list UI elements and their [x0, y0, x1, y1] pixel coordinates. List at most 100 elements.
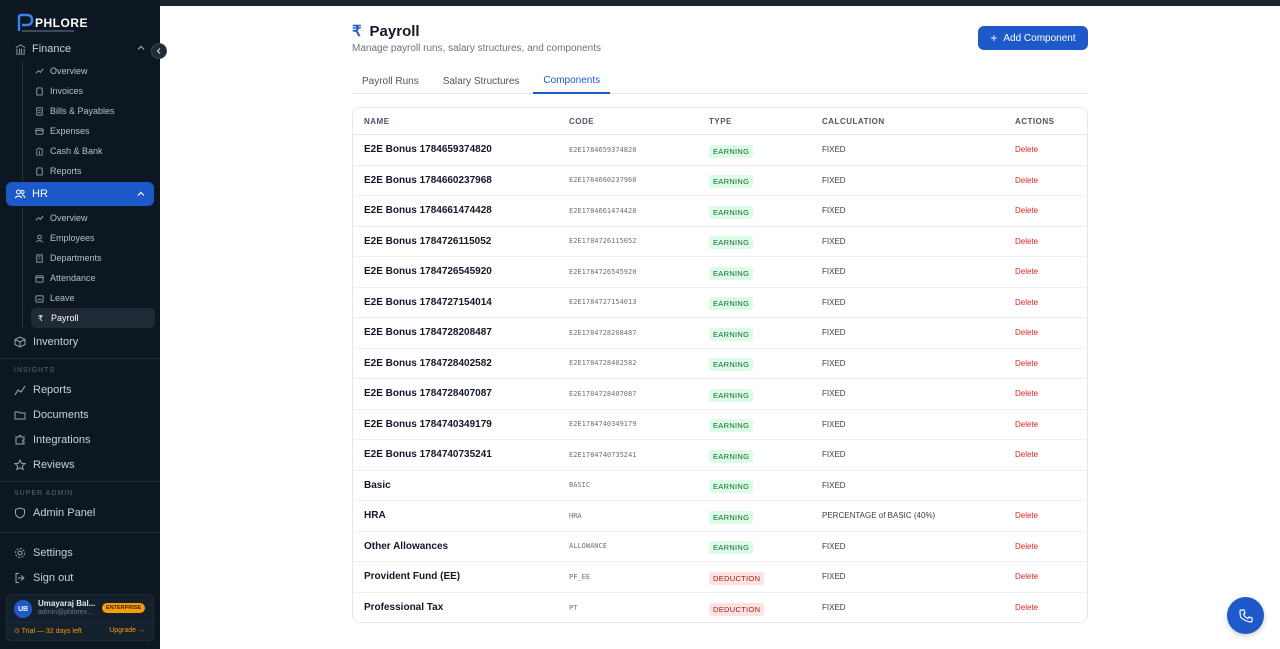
phone-icon — [1238, 608, 1253, 623]
sidebar-item-finance-overview[interactable]: Overview — [23, 61, 160, 81]
sidebar-item-label: Bills & Payables — [50, 106, 115, 116]
type-badge: EARNING — [709, 510, 754, 524]
rupee-icon: ₹ — [352, 23, 362, 40]
column-header-name: NAME — [364, 116, 390, 126]
bank-icon — [35, 146, 44, 156]
table-row: E2E Bonus 1784740735241 E2E1784740735241 E… — [353, 440, 1087, 471]
component-name: E2E Bonus 1784659374820 — [364, 144, 492, 156]
type-badge: EARNING — [709, 175, 754, 189]
tab-components[interactable]: Components — [533, 68, 611, 94]
sidebar-group-hr[interactable]: HR — [6, 182, 154, 206]
sidebar-item-expenses[interactable]: Expenses — [23, 121, 160, 141]
delete-link[interactable]: Delete — [1015, 542, 1075, 551]
file-icon — [35, 166, 44, 176]
sidebar-item-employees[interactable]: Employees — [23, 228, 160, 248]
type-badge: EARNING — [709, 327, 754, 341]
sidebar-item-invoices[interactable]: Invoices — [23, 81, 160, 101]
upgrade-link[interactable]: Upgrade → — [109, 627, 145, 634]
add-component-button[interactable]: + Add Component — [978, 26, 1088, 50]
sidebar-item-cash-bank[interactable]: Cash & Bank — [23, 141, 160, 161]
delete-link[interactable]: Delete — [1015, 511, 1075, 520]
component-code: E2E1784728407087 — [569, 389, 637, 398]
receipt-icon — [35, 106, 44, 116]
sidebar-item-finance-reports[interactable]: Reports — [23, 161, 160, 181]
sidebar-item-integrations[interactable]: Integrations — [0, 427, 160, 452]
sidebar-item-label: Employees — [50, 233, 95, 243]
type-badge: EARNING — [709, 297, 754, 311]
delete-link[interactable]: Delete — [1015, 206, 1075, 215]
sidebar-item-hr-overview[interactable]: Overview — [23, 208, 160, 228]
sidebar-item-documents[interactable]: Documents — [0, 402, 160, 427]
sidebar-divider — [0, 481, 160, 482]
bank-icon — [14, 43, 26, 55]
delete-link[interactable]: Delete — [1015, 420, 1075, 429]
sidebar-item-reviews[interactable]: Reviews — [0, 452, 160, 477]
plan-badge: ENTERPRISE — [102, 603, 146, 613]
sidebar-group-finance[interactable]: Finance — [0, 40, 160, 58]
rupee-icon: ₹ — [37, 313, 44, 323]
page-title: Payroll — [369, 22, 420, 40]
delete-link[interactable]: Delete — [1015, 145, 1075, 154]
delete-link[interactable]: Delete — [1015, 298, 1075, 307]
box-icon — [14, 335, 26, 348]
component-type-cell: EARNING — [709, 202, 822, 220]
calculation-value: FIXED — [822, 175, 846, 185]
user-icon — [35, 234, 44, 243]
delete-link[interactable]: Delete — [1015, 572, 1075, 581]
user-card[interactable]: UB Umayaraj Bal... admin@phlorex... ENTE… — [6, 594, 154, 641]
component-code: BASIC — [569, 481, 591, 490]
tab-salary-structures[interactable]: Salary Structures — [433, 68, 530, 94]
star-icon — [14, 458, 26, 471]
component-name: Other Allowances — [364, 540, 449, 552]
calculation-value: FIXED — [822, 206, 846, 216]
component-code: E2E1784726545920 — [569, 267, 637, 276]
sidebar-item-leave[interactable]: Leave — [23, 288, 160, 308]
delete-link[interactable]: Delete — [1015, 359, 1075, 368]
component-name: E2E Bonus 1784661474428 — [364, 205, 492, 217]
sidebar-item-label: Reports — [33, 383, 72, 396]
chevron-up-icon — [137, 191, 145, 196]
call-support-button[interactable] — [1227, 597, 1264, 634]
component-name: E2E Bonus 1784727154014 — [364, 296, 492, 308]
table-header: NAME CODE TYPE CALCULATION ACTIONS — [353, 108, 1087, 135]
column-header-type: TYPE — [709, 116, 732, 126]
trend-icon — [35, 67, 44, 76]
section-label-insights: INSIGHTS — [14, 367, 56, 374]
component-type-cell: EARNING — [709, 171, 822, 189]
component-code: E2E1784740735241 — [569, 450, 637, 459]
component-code: E2E1784661474428 — [569, 206, 637, 215]
component-code: PT — [569, 603, 578, 612]
component-name: Professional Tax — [364, 602, 444, 614]
delete-link[interactable]: Delete — [1015, 176, 1075, 185]
delete-link[interactable]: Delete — [1015, 328, 1075, 337]
delete-link[interactable]: Delete — [1015, 389, 1075, 398]
calculation-value: FIXED — [822, 328, 846, 338]
type-badge: EARNING — [709, 236, 754, 250]
sidebar-item-inventory[interactable]: Inventory — [0, 329, 160, 354]
sidebar-item-admin-panel[interactable]: Admin Panel — [0, 500, 160, 525]
sidebar-group-label: Finance — [32, 43, 72, 55]
table-row: E2E Bonus 1784727154014 E2E1784727154013 E… — [353, 288, 1087, 318]
type-badge: DEDUCTION — [709, 571, 765, 585]
component-type-cell: EARNING — [709, 232, 822, 250]
sidebar-item-attendance[interactable]: Attendance — [23, 268, 160, 288]
component-type-cell: DEDUCTION — [709, 568, 822, 586]
sidebar-item-departments[interactable]: Departments — [23, 248, 160, 268]
delete-link[interactable]: Delete — [1015, 237, 1075, 246]
delete-link[interactable]: Delete — [1015, 450, 1075, 459]
sidebar-item-reports[interactable]: Reports — [0, 377, 160, 402]
delete-link[interactable]: Delete — [1015, 603, 1075, 612]
table-row: E2E Bonus 1784728208487 E2E1784728208487 E… — [353, 318, 1087, 349]
delete-link[interactable]: Delete — [1015, 267, 1075, 276]
sidebar-collapse-button[interactable] — [151, 43, 167, 59]
sidebar-item-label: Integrations — [33, 433, 91, 446]
component-type-cell: EARNING — [709, 293, 822, 311]
sidebar-item-settings[interactable]: Settings — [0, 540, 160, 565]
sidebar-item-sign-out[interactable]: Sign out — [0, 565, 160, 590]
sidebar-item-payroll[interactable]: ₹ Payroll — [31, 308, 155, 328]
sidebar-item-bills[interactable]: Bills & Payables — [23, 101, 160, 121]
tab-payroll-runs[interactable]: Payroll Runs — [352, 68, 429, 94]
component-name: E2E Bonus 1784728407087 — [364, 388, 492, 400]
component-name: Basic — [364, 479, 391, 491]
calculation-value: FIXED — [822, 603, 846, 613]
